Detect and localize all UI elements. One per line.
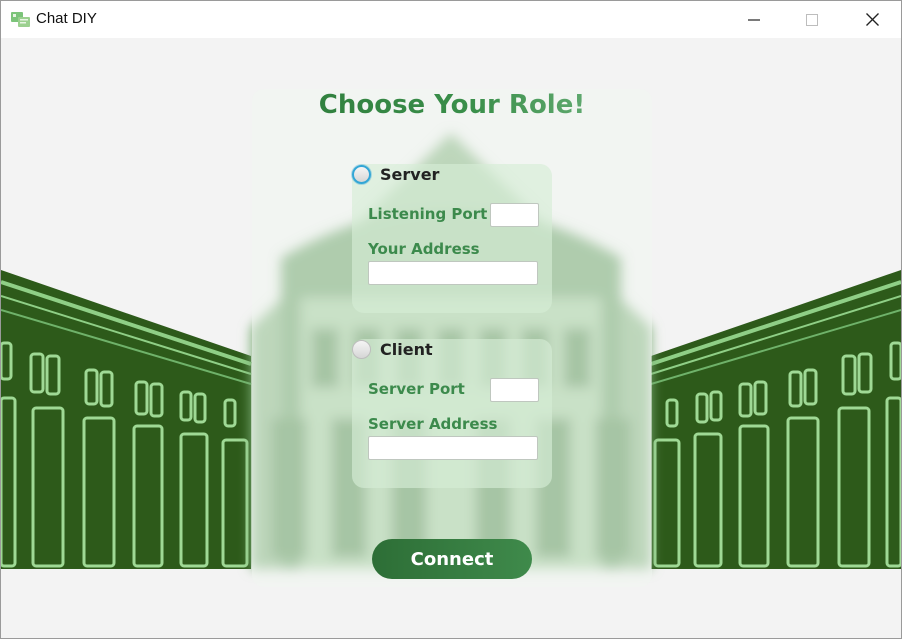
minimize-icon	[748, 18, 760, 21]
connect-button[interactable]: Connect	[372, 539, 532, 579]
minimize-button[interactable]	[725, 1, 783, 38]
client-settings-card	[352, 339, 552, 488]
your-address-label: Your Address	[368, 240, 480, 258]
server-settings-card	[352, 164, 552, 313]
close-icon	[865, 13, 879, 26]
your-address-input[interactable]	[368, 261, 538, 285]
listening-port-input[interactable]	[490, 203, 539, 227]
server-address-input[interactable]	[368, 436, 538, 460]
server-radio-label[interactable]: Server	[380, 165, 439, 184]
server-port-input[interactable]	[490, 378, 539, 402]
chat-app-icon	[11, 12, 30, 27]
client-radio[interactable]	[352, 340, 371, 359]
server-port-label: Server Port	[368, 380, 465, 398]
server-radio[interactable]	[352, 165, 371, 184]
app-window: Chat DIY Choose Your Role! Server Listen…	[0, 0, 902, 639]
page-title: Choose Your Role!	[252, 90, 652, 120]
client-radio-label[interactable]: Client	[380, 340, 433, 359]
window-title: Chat DIY	[36, 10, 97, 27]
main-content: Choose Your Role! Server Listening Port …	[1, 38, 901, 638]
close-button[interactable]	[843, 1, 901, 38]
listening-port-label: Listening Port	[368, 205, 488, 223]
server-address-label: Server Address	[368, 415, 498, 433]
maximize-icon	[806, 13, 818, 26]
title-bar: Chat DIY	[1, 1, 901, 38]
maximize-button[interactable]	[783, 1, 841, 38]
